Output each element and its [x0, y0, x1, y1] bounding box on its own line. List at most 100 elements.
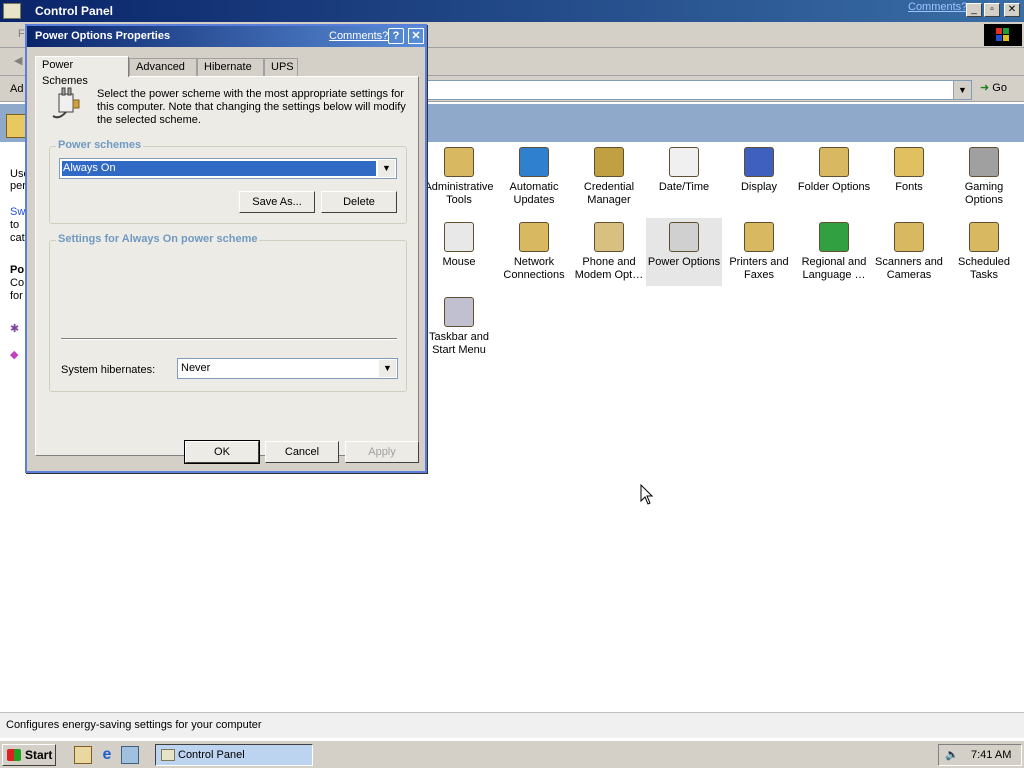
- comments-link[interactable]: Comments?: [908, 1, 967, 13]
- control-panel-item[interactable]: Administrative Tools: [421, 143, 497, 211]
- tasks-folder-icon: [969, 222, 999, 252]
- address-input[interactable]: ▼: [426, 80, 972, 100]
- chevron-down-icon[interactable]: ▼: [378, 160, 395, 177]
- see-also-icon[interactable]: ◆: [10, 348, 18, 361]
- control-panel-item-label: Display: [740, 181, 778, 193]
- go-label: Go: [992, 82, 1007, 94]
- windows-flag-icon: [7, 749, 21, 761]
- control-panel-item-label: Regional and Language …: [801, 256, 867, 281]
- address-label: Ad: [10, 83, 24, 95]
- windows-logo-icon: [984, 24, 1022, 46]
- clock[interactable]: 7:41 AM: [971, 745, 1011, 765]
- go-button[interactable]: ➜ Go: [980, 81, 1007, 94]
- left-pane-text: cat: [10, 232, 25, 244]
- volume-icon[interactable]: 🔈: [945, 745, 959, 765]
- power-scheme-value: Always On: [61, 160, 377, 177]
- dialog-title: Power Options Properties: [35, 30, 171, 42]
- tab-ups[interactable]: UPS: [264, 58, 298, 76]
- network-folder-icon: [519, 222, 549, 252]
- control-panel-item[interactable]: Phone and Modem Opt…: [571, 218, 647, 286]
- start-label: Start: [25, 748, 53, 762]
- apply-button[interactable]: Apply: [345, 441, 419, 463]
- tab-hibernate[interactable]: Hibernate: [197, 58, 264, 76]
- control-panel-item[interactable]: Network Connections: [496, 218, 572, 286]
- power-scheme-select[interactable]: Always On ▼: [59, 158, 397, 179]
- control-panel-item[interactable]: Power Options: [646, 218, 722, 286]
- dialog-description: Select the power scheme with the most ap…: [97, 88, 406, 126]
- control-panel-item-label: Date/Time: [658, 181, 710, 193]
- go-arrow-icon: ➜: [980, 82, 990, 94]
- explorer-icon[interactable]: [121, 746, 139, 764]
- start-button[interactable]: Start: [2, 744, 56, 766]
- power-schemes-group-label: Power schemes: [56, 139, 144, 151]
- dialog-close-button[interactable]: ✕: [408, 28, 424, 44]
- left-pane-text: per: [10, 180, 26, 192]
- control-panel-item-label: Fonts: [895, 181, 923, 193]
- control-panel-titlebar[interactable]: Control Panel Comments? _ ▫ ✕: [0, 0, 1024, 22]
- cancel-button[interactable]: Cancel: [265, 441, 339, 463]
- chevron-down-icon[interactable]: ▼: [379, 360, 396, 377]
- keys-icon: [594, 147, 624, 177]
- show-desktop-icon[interactable]: [74, 746, 92, 764]
- control-panel-item[interactable]: Date/Time: [646, 143, 722, 211]
- taskbar-task-label: Control Panel: [178, 749, 245, 761]
- admin-tools-icon: [444, 147, 474, 177]
- control-panel-item-label: Taskbar and Start Menu: [429, 331, 489, 356]
- control-panel-item-label: Folder Options: [797, 181, 871, 193]
- back-arrow-icon[interactable]: ◀: [14, 54, 22, 67]
- help-button[interactable]: ?: [388, 28, 404, 44]
- control-panel-item[interactable]: Mouse: [421, 218, 497, 286]
- tab-power-schemes[interactable]: Power Schemes: [35, 56, 129, 87]
- switch-view-link[interactable]: Sw: [10, 206, 25, 218]
- close-window-button[interactable]: ✕: [1004, 3, 1020, 17]
- taskbar-control-panel-button[interactable]: Control Panel: [155, 744, 313, 766]
- menu-file[interactable]: F: [18, 28, 25, 40]
- dialog-titlebar[interactable]: Power Options Properties Comments? ? ✕: [27, 26, 425, 47]
- control-panel-item[interactable]: Scanners and Cameras: [871, 218, 947, 286]
- left-pane-heading: Po: [10, 264, 25, 276]
- control-panel-item[interactable]: Automatic Updates: [496, 143, 572, 211]
- status-bar: Configures energy-saving settings for yo…: [0, 712, 1024, 738]
- control-panel-item-label: Gaming Options: [964, 181, 1004, 206]
- control-panel-item-label: Credential Manager: [583, 181, 635, 206]
- control-panel-item-label: Power Options: [647, 256, 721, 268]
- taskbar: Start e Control Panel 🔈 7:41 AM: [0, 740, 1024, 768]
- dialog-comments-link[interactable]: Comments?: [329, 30, 388, 42]
- phone-icon: [594, 222, 624, 252]
- delete-button[interactable]: Delete: [321, 191, 397, 213]
- restore-button[interactable]: ▫: [984, 3, 1000, 17]
- mouse-pointer-icon: [640, 484, 654, 505]
- scheme-settings-group-label: Settings for Always On power scheme: [56, 233, 260, 245]
- control-panel-item[interactable]: Printers and Faxes: [721, 218, 797, 286]
- system-tray: 🔈 7:41 AM: [938, 744, 1022, 766]
- hibernate-select[interactable]: Never ▼: [177, 358, 398, 379]
- monitor-icon: [744, 147, 774, 177]
- address-dropdown-icon[interactable]: ▼: [953, 81, 971, 99]
- control-panel-item[interactable]: Credential Manager: [571, 143, 647, 211]
- power-plug-icon: [669, 222, 699, 252]
- control-panel-item[interactable]: Regional and Language …: [796, 218, 872, 286]
- ok-button[interactable]: OK: [184, 440, 260, 464]
- control-panel-item[interactable]: Scheduled Tasks: [946, 218, 1022, 286]
- folder-options-icon: [819, 147, 849, 177]
- control-panel-item[interactable]: Gaming Options: [946, 143, 1022, 211]
- control-panel-item-label: Network Connections: [503, 256, 565, 281]
- control-panel-item[interactable]: Display: [721, 143, 797, 211]
- minimize-button[interactable]: _: [966, 3, 982, 17]
- save-as-button[interactable]: Save As...: [239, 191, 315, 213]
- joystick-icon: [969, 147, 999, 177]
- left-pane-text: Co: [10, 277, 25, 289]
- power-options-dialog: Power Options Properties Comments? ? ✕ P…: [25, 24, 427, 473]
- control-panel-item-label: Mouse: [442, 256, 476, 268]
- see-also-icon[interactable]: ✱: [10, 322, 19, 335]
- control-panel-item[interactable]: Fonts: [871, 143, 947, 211]
- status-text: Configures energy-saving settings for yo…: [6, 719, 262, 731]
- control-panel-app-icon[interactable]: [3, 3, 21, 19]
- control-panel-item[interactable]: Taskbar and Start Menu: [421, 293, 497, 361]
- control-panel-item-label: Scheduled Tasks: [958, 256, 1010, 281]
- window-title: Control Panel: [35, 4, 114, 18]
- internet-explorer-icon[interactable]: e: [98, 746, 116, 764]
- taskbar-icon: [444, 297, 474, 327]
- control-panel-item[interactable]: Folder Options: [796, 143, 872, 211]
- tab-advanced[interactable]: Advanced: [129, 58, 197, 76]
